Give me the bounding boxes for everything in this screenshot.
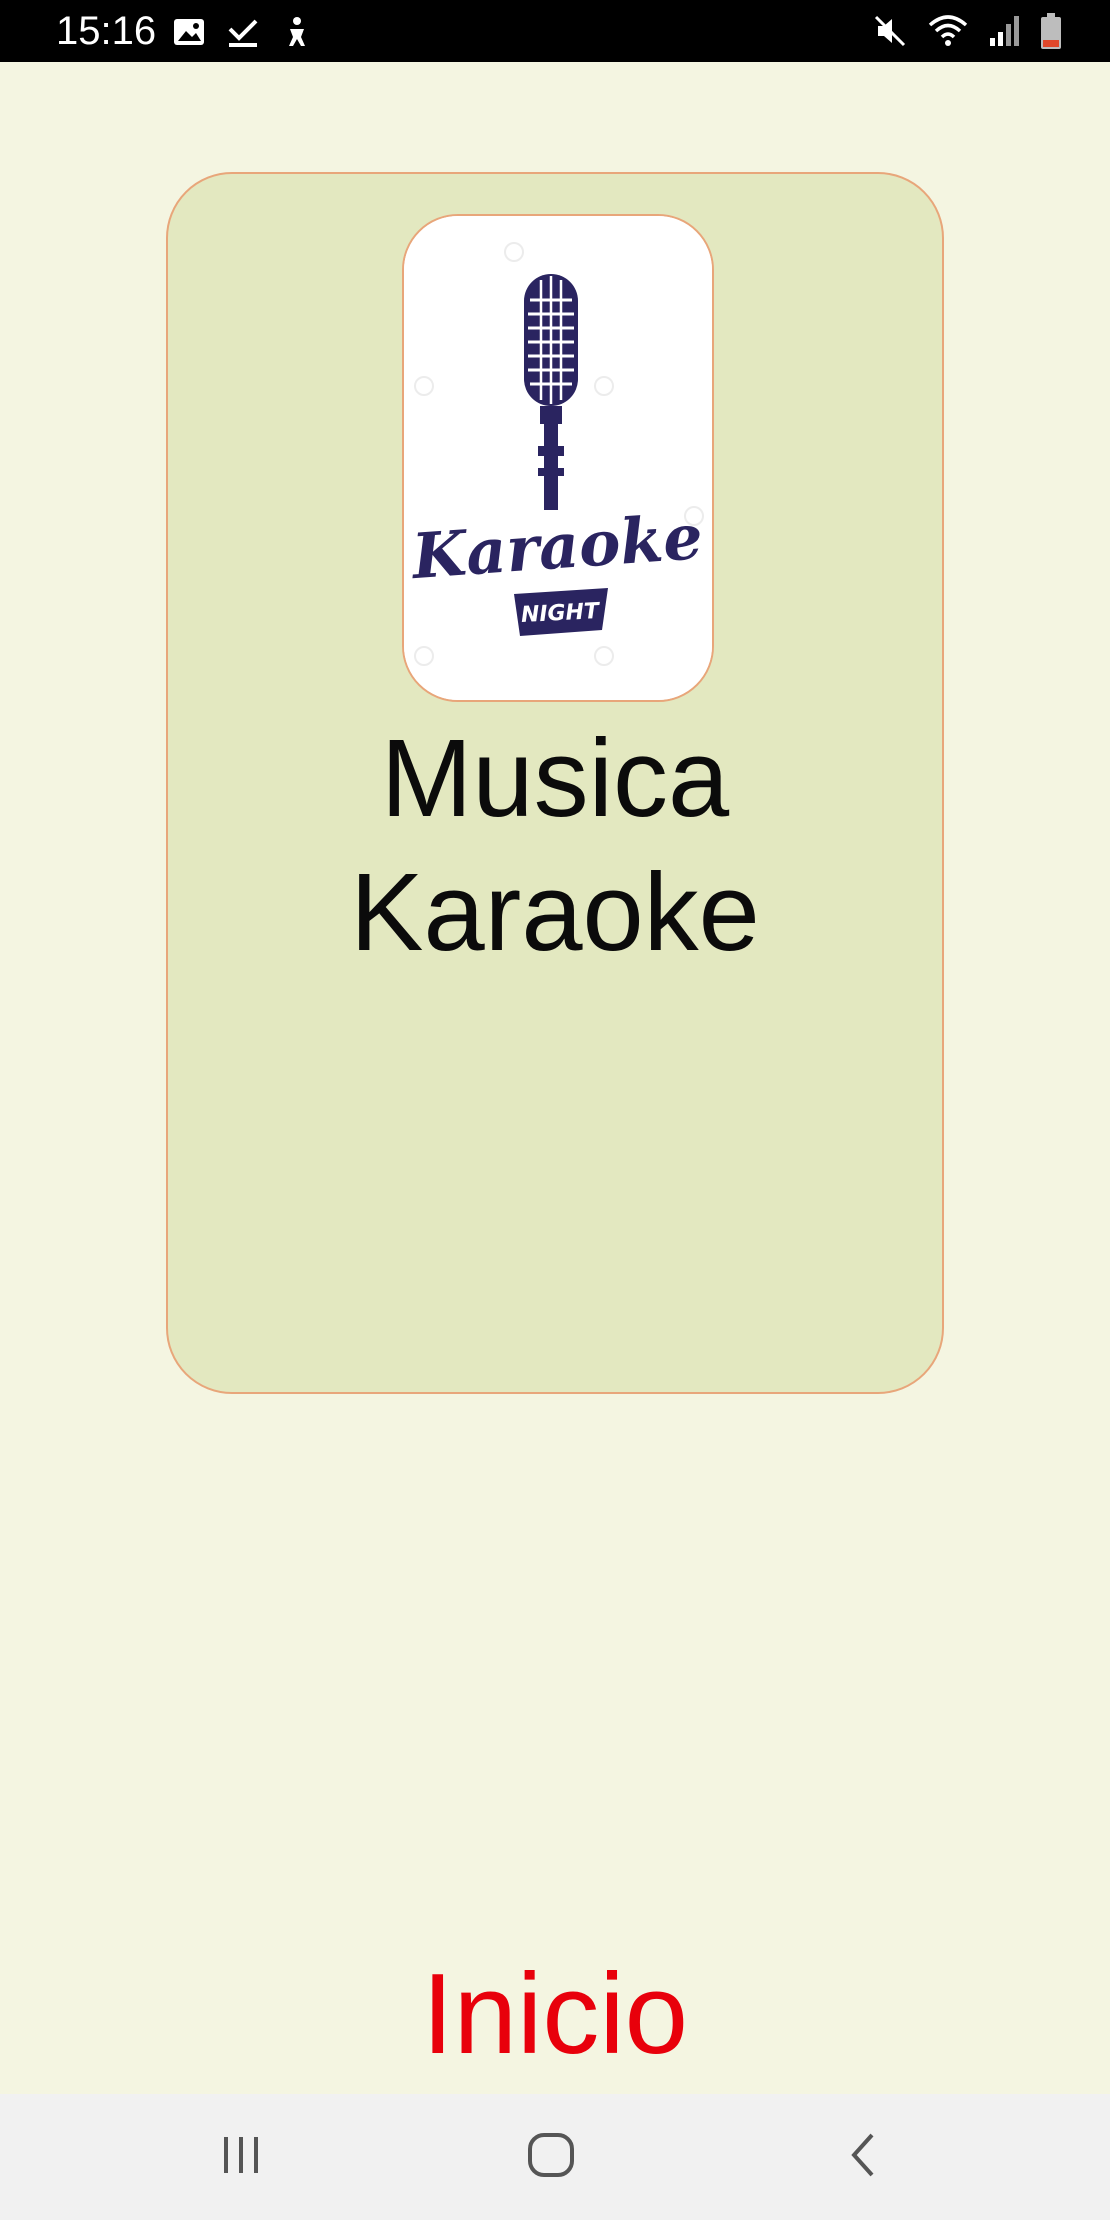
home-icon [527, 2132, 575, 2183]
karaoke-card[interactable]: Karaoke NIGHT Musica Karaoke [166, 172, 944, 1394]
status-time: 15:16 [56, 9, 157, 53]
home-button[interactable] [496, 2114, 606, 2200]
wifi-icon [926, 13, 970, 49]
battery-icon [1040, 12, 1062, 50]
status-system-icons [872, 10, 1062, 52]
card-title: Musica Karaoke [350, 717, 760, 974]
recent-apps-button[interactable] [186, 2114, 296, 2200]
accessibility-icon [280, 15, 314, 49]
logo-night-text: NIGHT [520, 599, 601, 628]
signal-icon [988, 14, 1022, 48]
status-notification-icons [172, 12, 314, 52]
start-button[interactable]: Inicio [0, 1950, 1110, 2080]
navigation-bar [0, 2094, 1110, 2220]
karaoke-logo-image: Karaoke NIGHT [402, 214, 714, 702]
status-bar: 15:16 [0, 0, 1110, 62]
mute-icon [872, 13, 908, 49]
recent-apps-icon [219, 2135, 263, 2180]
image-icon [172, 17, 206, 47]
download-done-icon [226, 15, 260, 49]
back-button[interactable] [808, 2114, 918, 2200]
back-icon [848, 2132, 878, 2183]
